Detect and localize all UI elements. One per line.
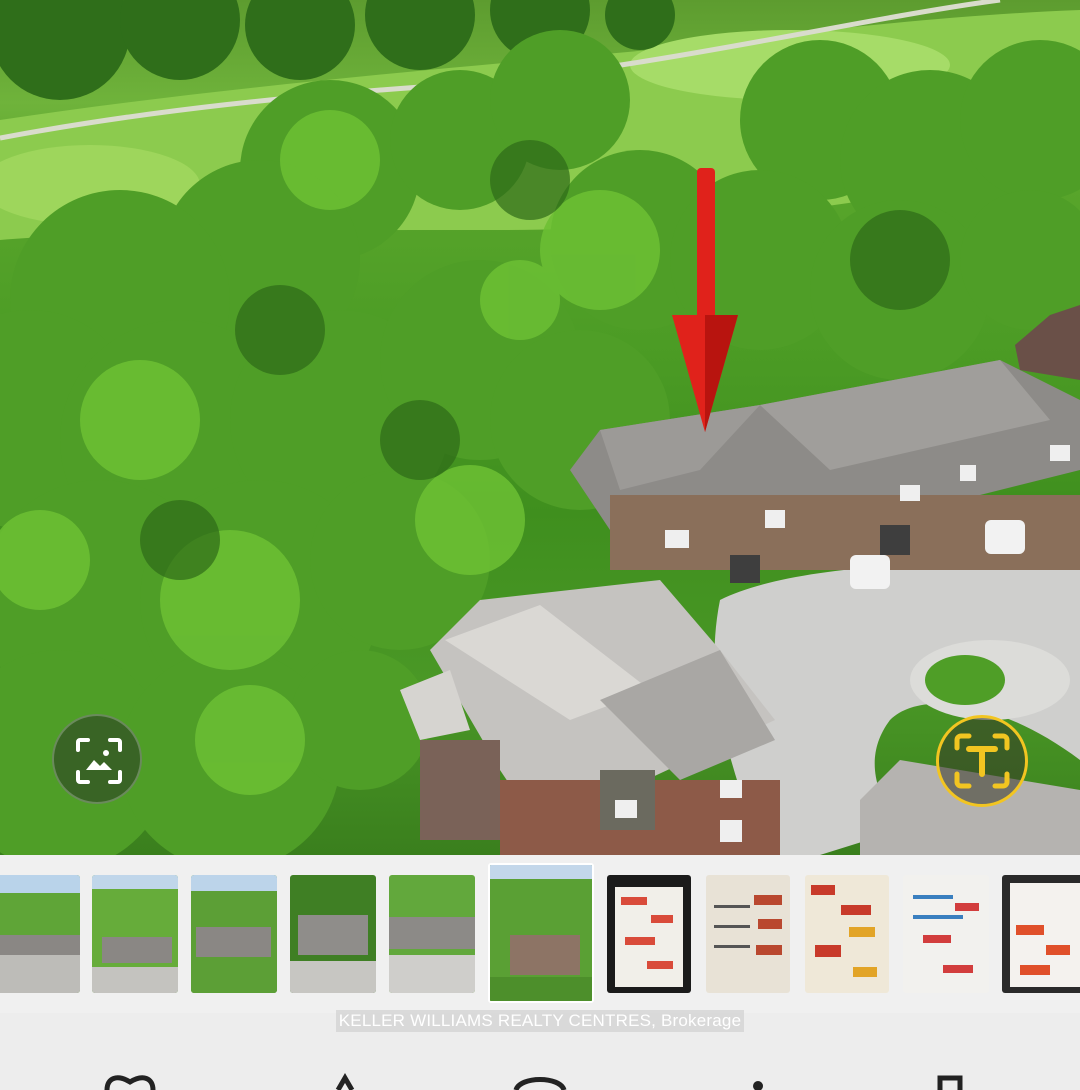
- aerial-thumbnail-image: [290, 875, 376, 993]
- thumbnail-8[interactable]: [706, 875, 790, 993]
- text-select-icon: [954, 733, 1010, 789]
- aerial-scene-illustration: [0, 0, 1080, 855]
- share-icon[interactable]: [330, 1070, 360, 1090]
- candy-poster-thumbnail-image: [607, 875, 691, 993]
- photo-credit: KELLER WILLIAMS REALTY CENTRES, Brokerag…: [0, 1010, 1080, 1032]
- aerial-thumbnail-image: [490, 865, 592, 1001]
- main-photo: [0, 0, 1080, 855]
- thumbnail-9[interactable]: [805, 875, 889, 993]
- thumbnail-7[interactable]: [607, 875, 691, 993]
- thumbnail-4[interactable]: [290, 875, 376, 993]
- text-select-button[interactable]: [936, 715, 1028, 807]
- thumbnail-strip[interactable]: [0, 855, 1080, 1013]
- candy-poster-thumbnail-image: [706, 875, 790, 993]
- candy-poster-thumbnail-image: [805, 875, 889, 993]
- thumbnail-2[interactable]: [92, 875, 178, 993]
- thumbnail-10[interactable]: [903, 875, 989, 993]
- aerial-thumbnail-image: [0, 875, 80, 993]
- edit-icon[interactable]: [748, 1070, 768, 1090]
- thumbnail-6-selected[interactable]: [488, 863, 594, 1003]
- thumbnail-11[interactable]: [1002, 875, 1080, 993]
- search-icon[interactable]: [510, 1070, 570, 1090]
- aerial-thumbnail-image: [191, 875, 277, 993]
- candy-poster-thumbnail-image: [903, 875, 989, 993]
- candy-poster-thumbnail-image: [1002, 875, 1080, 993]
- thumbnail-1[interactable]: [0, 875, 80, 993]
- bottom-toolbar: [0, 1040, 1080, 1090]
- aerial-thumbnail-image: [92, 875, 178, 993]
- thumbnail-3[interactable]: [191, 875, 277, 993]
- photo-credit-text: KELLER WILLIAMS REALTY CENTRES, Brokerag…: [335, 1010, 745, 1032]
- heart-icon[interactable]: [103, 1070, 157, 1090]
- image-scan-icon: [76, 738, 122, 784]
- aerial-thumbnail-image: [389, 875, 475, 993]
- trash-icon[interactable]: [930, 1070, 970, 1090]
- lens-search-button[interactable]: [52, 714, 142, 804]
- thumbnail-5[interactable]: [389, 875, 475, 993]
